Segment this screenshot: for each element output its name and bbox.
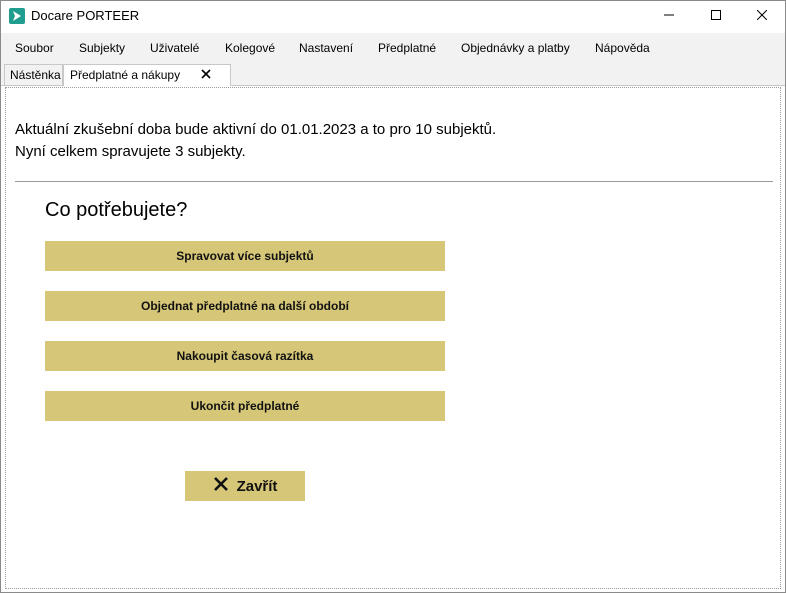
tab-close-icon[interactable] [199, 67, 213, 81]
info-line-trial: Aktuální zkušební doba bude aktivní do 0… [15, 121, 497, 138]
minimize-button[interactable] [646, 1, 692, 31]
close-icon [756, 7, 768, 25]
tab-nastenka[interactable]: Nástěnka [4, 64, 63, 85]
menu-uzivatele[interactable]: Uživatelé [150, 41, 199, 55]
menu-predplatne[interactable]: Předplatné [378, 41, 436, 55]
menu-soubor[interactable]: Soubor [15, 41, 54, 55]
close-button[interactable]: Zavřít [185, 471, 305, 501]
button-label: Spravovat více subjektů [176, 249, 314, 263]
title-bar: Docare PORTEER [1, 1, 785, 31]
close-button-label: Zavřít [236, 477, 278, 495]
menu-kolegove[interactable]: Kolegové [225, 41, 275, 55]
menu-objednavky[interactable]: Objednávky a platby [461, 41, 570, 55]
subscription-info: Aktuální zkušební doba bude aktivní do 0… [15, 119, 496, 163]
tab-label: Předplatné a nákupy [70, 68, 181, 82]
button-label: Objednat předplatné na další období [140, 299, 349, 313]
order-subscription-button[interactable]: Objednat předplatné na další období [45, 291, 445, 321]
section-heading: Co potřebujete? [45, 199, 188, 221]
buy-timestamps-button[interactable]: Nakoupit časová razítka [45, 341, 445, 371]
menu-nastaveni[interactable]: Nastavení [299, 41, 353, 55]
manage-more-subjects-button[interactable]: Spravovat více subjektů [45, 241, 445, 271]
window-title: Docare PORTEER [31, 8, 140, 23]
menu-napoveda[interactable]: Nápověda [595, 41, 650, 55]
tab-label: Nástěnka [10, 68, 61, 82]
window-close-button[interactable] [739, 1, 785, 31]
info-line-count: Nyní celkem spravujete 3 subjekty. [15, 143, 246, 160]
x-icon [213, 476, 237, 496]
maximize-icon [711, 7, 721, 25]
menu-bar: Soubor Subjekty Uživatelé Kolegové Nasta… [1, 33, 785, 62]
app-window: Docare PORTEER Soubor Subjekty Uživatelé… [0, 0, 786, 593]
menu-subjekty[interactable]: Subjekty [79, 41, 125, 55]
divider [15, 181, 773, 182]
docare-logo-icon [9, 8, 25, 24]
button-label: Nakoupit časová razítka [176, 349, 314, 363]
maximize-button[interactable] [693, 1, 739, 31]
cancel-subscription-button[interactable]: Ukončit předplatné [45, 391, 445, 421]
tab-strip: Nástěnka Předplatné a nákupy [1, 62, 785, 86]
button-label: Ukončit předplatné [190, 399, 300, 413]
minimize-icon [664, 7, 674, 25]
tab-predplatne-a-nakupy[interactable]: Předplatné a nákupy [63, 64, 231, 86]
